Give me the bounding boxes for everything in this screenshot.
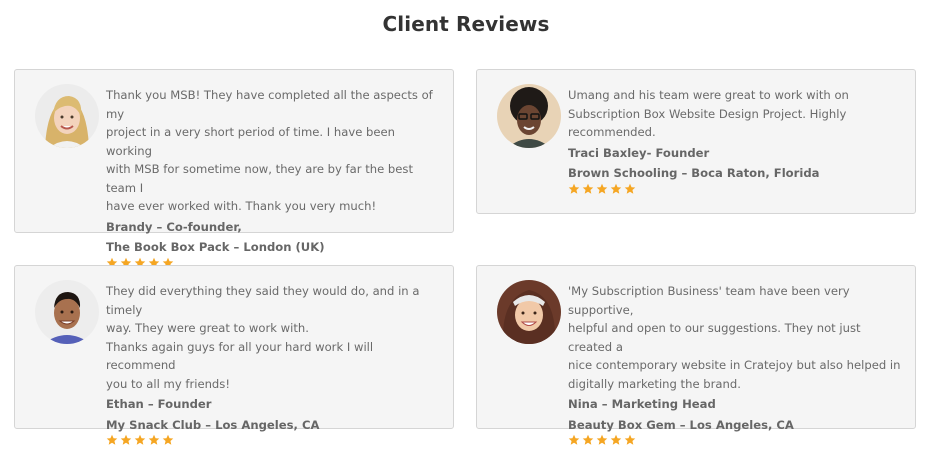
star-icon (624, 434, 636, 445)
star-icon (568, 183, 580, 194)
review-card: They did everything they said they would… (14, 265, 454, 445)
review-text-line: digitally marketing the brand. (568, 376, 741, 391)
avatar (35, 84, 99, 148)
star-icon (596, 183, 608, 194)
review-text-line: Subscription Box Website Design Project.… (568, 106, 847, 121)
star-icon (610, 183, 622, 194)
star-icon (596, 434, 608, 445)
star-icon (610, 434, 622, 445)
review-text-line: Thank you MSB! They have completed all t… (106, 88, 433, 121)
review-card: Thank you MSB! They have completed all t… (14, 69, 454, 268)
reviewer-name: Brandy – Co-founder, (106, 219, 242, 234)
review-text-line: recommended. (568, 125, 656, 139)
review-text-line: Thanks again guys for all your hard work… (106, 339, 374, 373)
reviewer-company: The Book Box Pack – London (UK) (106, 240, 325, 254)
review-text-line: project in a very short period of time. … (106, 125, 396, 158)
star-rating (568, 434, 901, 452)
review-text-line: have ever worked with. Thank you very mu… (106, 199, 377, 213)
star-icon (568, 434, 580, 445)
avatar (35, 280, 99, 344)
review-card: 'My Subscription Business' team have bee… (476, 265, 916, 445)
star-rating (106, 434, 439, 452)
star-icon (120, 434, 132, 445)
review-text-line: They did everything they said they would… (106, 284, 420, 317)
star-icon (106, 434, 118, 445)
review-text-line: you to all my friends! (106, 376, 230, 391)
review-text-line: with MSB for sometime now, they are by f… (106, 162, 413, 195)
avatar (497, 280, 561, 344)
reviewer-company: Beauty Box Gem – Los Angeles, CA (568, 417, 794, 432)
star-icon (148, 434, 160, 445)
reviewer-company: My Snack Club – Los Angeles, CA (106, 417, 320, 432)
reviewer-company: Brown Schooling – Boca Raton, Florida (568, 166, 820, 180)
star-icon (134, 434, 146, 445)
review-card: Umang and his team were great to work wi… (476, 69, 916, 214)
review-text-line: way. They were great to work with. (106, 321, 309, 335)
star-icon (162, 434, 174, 445)
star-icon (582, 434, 594, 445)
review-text-line: 'My Subscription Business' team have bee… (568, 284, 850, 317)
review-text-line: Umang and his team were great to work wi… (568, 88, 849, 102)
section-title: Client Reviews (382, 12, 550, 36)
avatar (497, 84, 561, 148)
reviewer-name: Ethan – Founder (106, 397, 212, 411)
star-rating (568, 183, 901, 201)
review-text-line: nice contemporary website in Cratejoy bu… (568, 358, 901, 372)
review-text-line: helpful and open to our suggestions. The… (568, 321, 861, 354)
star-icon (582, 183, 594, 194)
reviewer-name: Traci Baxley- Founder (568, 145, 710, 160)
star-icon (624, 183, 636, 194)
reviewer-name: Nina – Marketing Head (568, 397, 716, 411)
